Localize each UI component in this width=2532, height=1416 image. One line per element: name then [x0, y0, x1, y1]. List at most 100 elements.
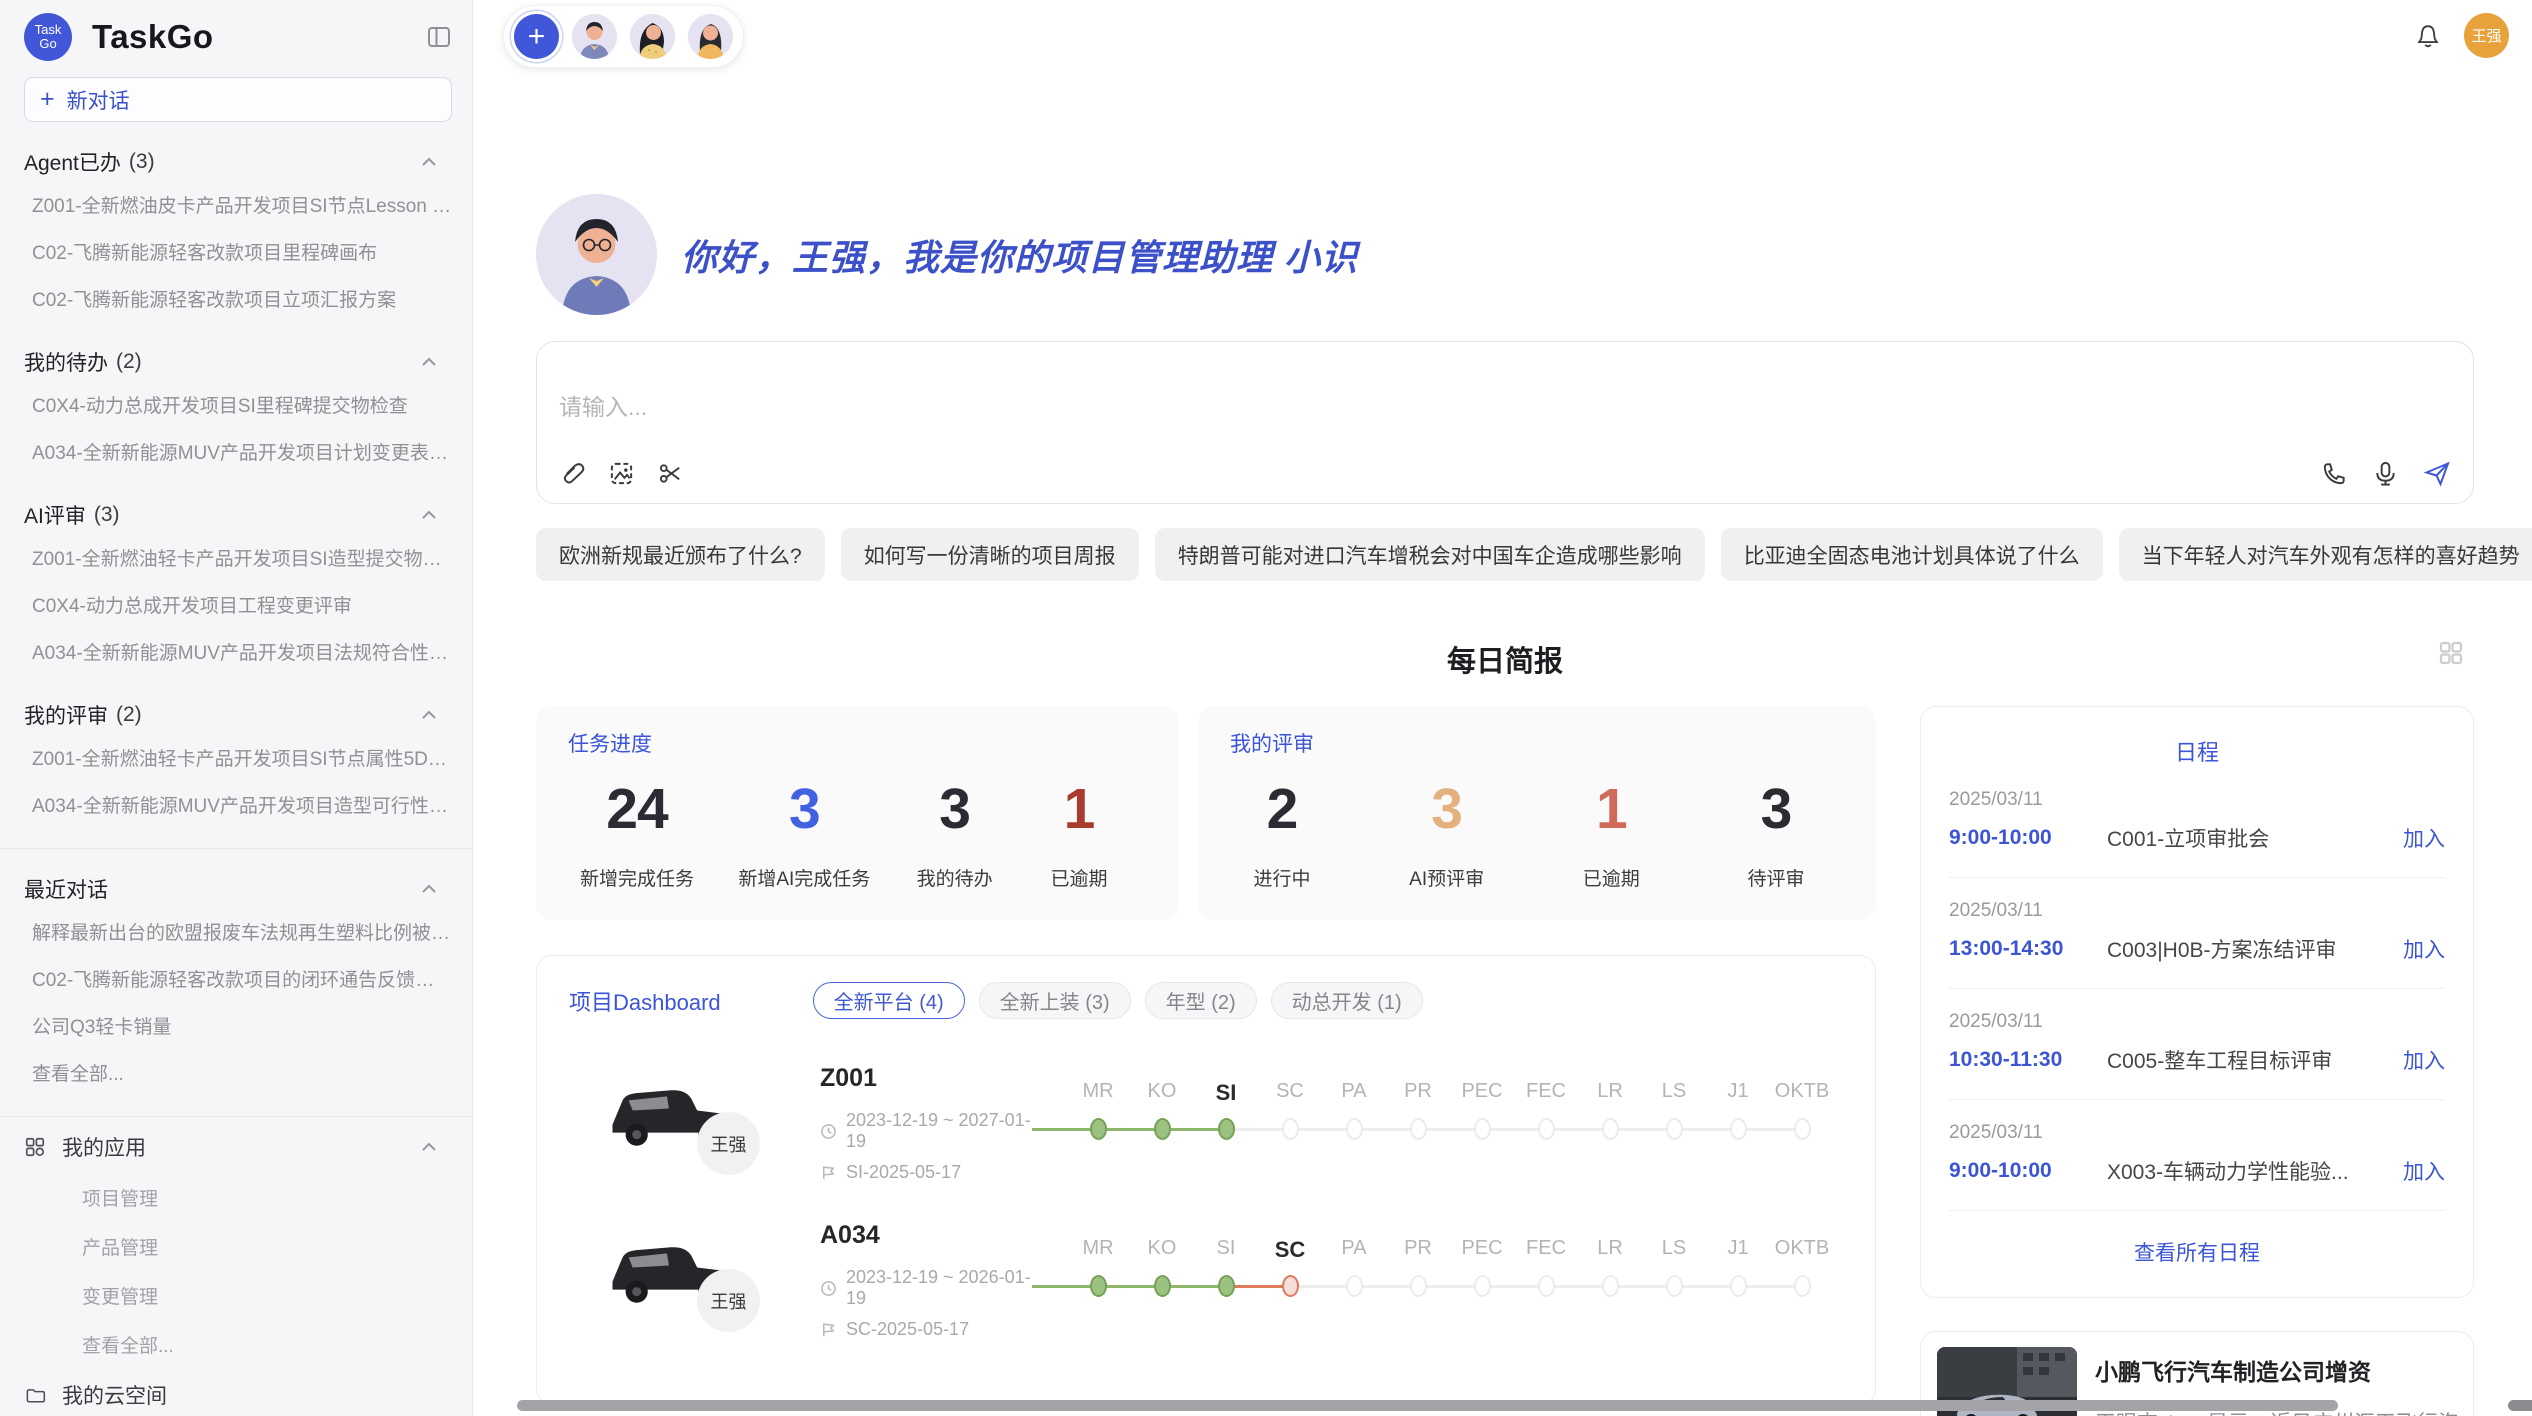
app-item[interactable]: 项目管理: [24, 1173, 452, 1222]
app-item[interactable]: 产品管理: [24, 1222, 452, 1271]
assistant-avatar: [536, 194, 657, 315]
section-items: Z001-全新燃油轻卡产品开发项目SI造型提交物评审 C0X4-动力总成开发项目…: [24, 534, 452, 675]
dashboard-tabs: 全新平台 (4) 全新上装 (3) 年型 (2) 动总开发 (1): [813, 982, 1423, 1019]
stat-card: 我的评审 2 进行中: [1198, 706, 1876, 920]
chevron-up-icon[interactable]: [420, 882, 438, 896]
microphone-icon[interactable]: [2372, 460, 2399, 487]
join-link[interactable]: 加入: [2403, 934, 2445, 964]
recent-view-all-link[interactable]: 查看全部...: [24, 1049, 452, 1096]
sidebar-item-cloud-space[interactable]: 我的云空间: [24, 1369, 452, 1416]
chevron-up-icon[interactable]: [420, 1140, 438, 1154]
schedule-entries: 2025/03/11 9:00-10:00 C001-立项审批会 加入: [1949, 767, 2445, 1211]
suggestion-chip[interactable]: 欧洲新规最近颁布了什么?: [536, 528, 825, 581]
sidebar-task-item[interactable]: A034-全新新能源MUV产品开发项目法规符合性评审: [24, 628, 452, 675]
dashboard-tab[interactable]: 年型 (2): [1145, 982, 1257, 1019]
milestone-label: PEC: [1450, 1237, 1514, 1265]
project-date-range: 2023-12-19 ~ 2026-01-19: [846, 1267, 1050, 1309]
phone-icon[interactable]: [2321, 460, 2348, 487]
view-all-schedule-link[interactable]: 查看所有日程: [1949, 1211, 2445, 1297]
project-row[interactable]: 王强 Z001 2023-12-19 ~ 2027-01-19: [569, 1054, 1851, 1176]
project-owner-badge: 王强: [697, 1112, 760, 1175]
milestone-label: SC: [1258, 1237, 1322, 1265]
chevron-up-icon[interactable]: [420, 155, 438, 169]
recent-chat-item[interactable]: C02-飞腾新能源轻客改款项目的闭环通告反馈情况: [24, 955, 452, 1002]
milestone-label: J1: [1706, 1080, 1770, 1108]
schedule-time: 10:30-11:30: [1949, 1048, 2107, 1072]
join-link[interactable]: 加入: [2403, 1156, 2445, 1186]
scrollbar-corner[interactable]: [2508, 1400, 2532, 1411]
section-header[interactable]: AI评审 (3): [24, 500, 452, 530]
section-header[interactable]: 我的待办 (2): [24, 347, 452, 377]
agent-avatar-1[interactable]: [572, 14, 617, 59]
chat-input[interactable]: 请输入...: [536, 341, 2474, 504]
sidebar-task-item[interactable]: C02-飞腾新能源轻客改款项目立项汇报方案: [24, 275, 452, 322]
user-avatar[interactable]: 王强: [2464, 13, 2509, 58]
chevron-up-icon[interactable]: [420, 708, 438, 722]
join-link[interactable]: 加入: [2403, 1045, 2445, 1075]
sidebar-task-item[interactable]: Z001-全新燃油轻卡产品开发项目SI造型提交物评审: [24, 534, 452, 581]
recent-chat-item[interactable]: 公司Q3轻卡销量: [24, 1002, 452, 1049]
schedule-meeting-name: C003|H0B-方案冻结评审: [2107, 934, 2391, 964]
chevron-up-icon[interactable]: [420, 508, 438, 522]
join-link[interactable]: 加入: [2403, 823, 2445, 853]
scissors-icon[interactable]: [657, 460, 684, 487]
clock-icon: [820, 1280, 837, 1297]
dashboard-tab[interactable]: 全新平台 (4): [813, 982, 965, 1019]
sidebar-task-item[interactable]: Z001-全新燃油轻卡产品开发项目SI节点属性5D文件评审: [24, 734, 452, 781]
suggestion-chip[interactable]: 当下年轻人对汽车外观有怎样的喜好趋势: [2119, 528, 2532, 581]
briefing-body: 任务进度 24 新增完成任务: [536, 706, 2474, 1416]
milestone-label: FEC: [1514, 1237, 1578, 1265]
milestone-label: SC: [1258, 1080, 1322, 1108]
section-header[interactable]: 我的评审 (2): [24, 700, 452, 730]
project-milestone-tag: SI-2025-05-17: [820, 1162, 1050, 1183]
sidebar-task-item[interactable]: A034-全新新能源MUV产品开发项目造型可行性评审: [24, 781, 452, 828]
section-items: C0X4-动力总成开发项目SI里程碑提交物检查 A034-全新新能源MUV产品开…: [24, 381, 452, 475]
sidebar-task-item[interactable]: A034-全新新能源MUV产品开发项目计划变更表编写: [24, 428, 452, 475]
stat-label: 我的待办: [915, 864, 995, 891]
briefing-left-column: 任务进度 24 新增完成任务: [536, 706, 1876, 1405]
sidebar-item-my-apps[interactable]: 我的应用: [24, 1121, 452, 1173]
cloud-space-label: 我的云空间: [62, 1380, 167, 1410]
layout-grid-icon[interactable]: [2438, 640, 2464, 666]
milestone-label: LR: [1578, 1080, 1642, 1108]
milestone-dot: [1090, 1275, 1107, 1297]
sidebar-task-item[interactable]: C0X4-动力总成开发项目SI里程碑提交物检查: [24, 381, 452, 428]
dashboard-tab[interactable]: 动总开发 (1): [1271, 982, 1423, 1019]
stat: 1 已逾期: [1039, 776, 1119, 891]
milestone-dot: [1154, 1118, 1171, 1140]
stat-value: 1: [1571, 776, 1651, 842]
schedule-time: 9:00-10:00: [1949, 826, 2107, 850]
horizontal-scrollbar-thumb[interactable]: [517, 1400, 2338, 1411]
chevron-up-icon[interactable]: [420, 355, 438, 369]
sidebar-section: AI评审 (3) Z001-全新燃油轻卡产品开发项目SI造型提交物评审 C0X4…: [24, 500, 452, 675]
recent-chats-header[interactable]: 最近对话: [24, 874, 452, 904]
schedule-time: 13:00-14:30: [1949, 937, 2107, 961]
attachment-icon[interactable]: [559, 460, 586, 487]
project-code: Z001: [820, 1064, 1050, 1093]
sidebar-task-item[interactable]: C0X4-动力总成开发项目工程变更评审: [24, 581, 452, 628]
send-icon[interactable]: [2423, 459, 2451, 487]
add-agent-button[interactable]: +: [514, 14, 559, 59]
section-header[interactable]: Agent已办 (3): [24, 147, 452, 177]
image-icon[interactable]: [608, 460, 635, 487]
recent-chat-item[interactable]: 解释最新出台的欧盟报废车法规再生塑料比例被调至15%...: [24, 908, 452, 955]
dashboard-tab[interactable]: 全新上装 (3): [979, 982, 1131, 1019]
agent-avatar-3[interactable]: [688, 14, 733, 59]
schedule-entry-row: 10:30-11:30 C005-整车工程目标评审 加入: [1949, 1045, 2445, 1100]
notification-bell-icon[interactable]: [2414, 22, 2442, 50]
apps-view-all-link[interactable]: 查看全部...: [24, 1320, 452, 1369]
sidebar-task-item[interactable]: Z001-全新燃油皮卡产品开发项目SI节点Lesson Learn报告: [24, 181, 452, 228]
sidebar-collapse-icon[interactable]: [426, 24, 452, 50]
app-item[interactable]: 变更管理: [24, 1271, 452, 1320]
new-chat-button[interactable]: + 新对话: [24, 77, 452, 122]
agent-avatar-2[interactable]: [630, 14, 675, 59]
stat: 1 已逾期: [1571, 776, 1651, 891]
suggestion-chip[interactable]: 比亚迪全固态电池计划具体说了什么: [1721, 528, 2103, 581]
suggestion-chip[interactable]: 特朗普可能对进口汽车增税会对中国车企造成哪些影响: [1155, 528, 1705, 581]
sidebar-task-item[interactable]: C02-飞腾新能源轻客改款项目里程碑画布: [24, 228, 452, 275]
stat-card: 任务进度 24 新增完成任务: [536, 706, 1179, 920]
suggestion-chip[interactable]: 如何写一份清晰的项目周报: [841, 528, 1139, 581]
project-row[interactable]: 王强 A034 2023-12-19 ~ 2026-01-19: [569, 1211, 1851, 1333]
stats-row: 任务进度 24 新增完成任务: [536, 706, 1876, 920]
milestone-dot: [1282, 1118, 1299, 1140]
